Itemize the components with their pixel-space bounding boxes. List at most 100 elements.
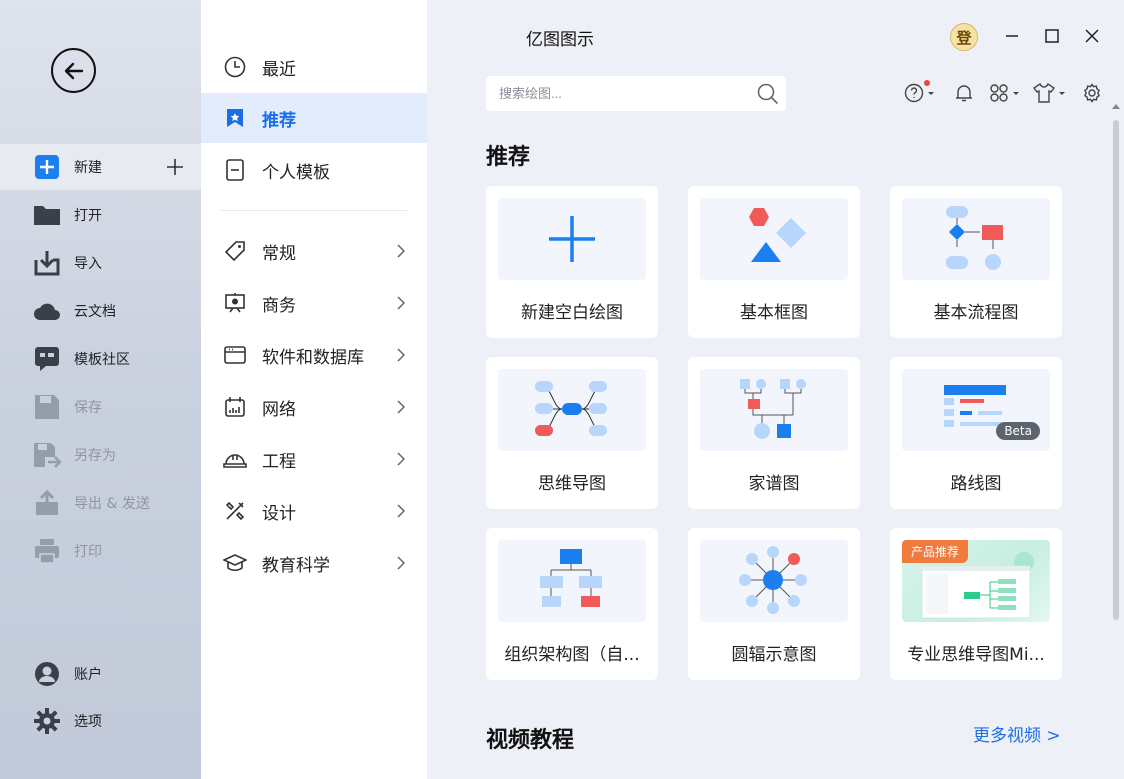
template-card[interactable]: 基本流程图 [890, 186, 1062, 338]
template-thumbnail [700, 198, 848, 280]
caret-down-icon [1059, 92, 1065, 95]
maximize-icon [1045, 29, 1059, 43]
chevron-right-icon [397, 399, 406, 419]
mnav-recommend[interactable]: 推荐 [201, 93, 427, 143]
template-thumbnail [902, 198, 1050, 280]
template-label: 专业思维导图Mi... [907, 645, 1045, 665]
mnav-category-education[interactable]: 教育科学 [201, 538, 427, 588]
template-label: 圆辐示意图 [731, 645, 817, 665]
scroll-up-arrow[interactable] [1112, 104, 1120, 109]
apps-grid-icon [990, 84, 1008, 102]
more-videos-link[interactable]: 更多视频 > [973, 721, 1061, 746]
plus-icon[interactable] [165, 157, 185, 181]
nav-export-label: 导出 & 发送 [74, 496, 150, 512]
nav-cloud-label: 云文档 [74, 304, 116, 320]
template-label: 组织架构图（自... [504, 645, 640, 665]
design-tools-icon [223, 499, 247, 523]
close-button[interactable] [1080, 24, 1104, 48]
maximize-button[interactable] [1040, 24, 1064, 48]
mnav-category-label: 教育科学 [262, 555, 330, 576]
search-input[interactable] [499, 86, 749, 101]
chevron-right-icon [397, 295, 406, 315]
org-chart-icon [540, 549, 602, 607]
close-icon [1085, 29, 1099, 43]
settings-button[interactable] [1082, 82, 1102, 104]
basic-block-diagram-icon [749, 208, 806, 262]
help-button[interactable] [904, 80, 936, 104]
graduation-cap-icon [223, 551, 247, 575]
template-thumbnail [700, 540, 848, 622]
bookmark-star-icon [223, 106, 247, 130]
nav-account[interactable]: 账户 [0, 651, 201, 697]
recommend-title: 推荐 [486, 145, 531, 170]
template-label: 思维导图 [538, 474, 606, 494]
skin-button[interactable] [1033, 82, 1067, 104]
arrow-left-icon [64, 62, 83, 79]
app-title: 亿图图示 [526, 30, 594, 50]
template-card[interactable]: 产品推荐 专业思维导图Mi... [890, 528, 1062, 680]
help-icon [904, 83, 924, 103]
mnav-personal-templates[interactable]: 个人模板 [201, 145, 427, 195]
template-card[interactable]: 家谱图 [688, 357, 860, 509]
mnav-personal-templates-label: 个人模板 [262, 162, 330, 183]
mnav-recommend-label: 推荐 [262, 110, 296, 131]
mnav-category-general[interactable]: 常规 [201, 226, 427, 276]
left-sidebar: 新建 打开 导入 云文档 模板社区 保存 另存为 导出 & 发送 打印 账户 选… [0, 0, 201, 779]
template-card[interactable]: 思维导图 [486, 357, 658, 509]
nav-import[interactable]: 导入 [0, 240, 201, 286]
avatar[interactable]: 登 [950, 23, 978, 51]
template-card[interactable]: 组织架构图（自... [486, 528, 658, 680]
nav-cloud[interactable]: 云文档 [0, 288, 201, 334]
scrollbar[interactable] [1113, 120, 1119, 620]
chevron-right-icon [397, 503, 406, 523]
nav-print[interactable]: 打印 [0, 528, 201, 574]
nav-open[interactable]: 打开 [0, 192, 201, 238]
back-button[interactable] [51, 48, 96, 93]
mnav-recent-label: 最近 [262, 59, 296, 80]
hardhat-icon [223, 447, 247, 471]
mnav-category-design[interactable]: 设计 [201, 486, 427, 536]
template-thumbnail [498, 198, 646, 280]
nav-options[interactable]: 选项 [0, 698, 201, 744]
nav-save-as-label: 另存为 [74, 448, 116, 464]
template-card[interactable]: 基本框图 [688, 186, 860, 338]
nav-template-community[interactable]: 模板社区 [0, 336, 201, 382]
mnav-category-network[interactable]: 网络 [201, 382, 427, 432]
minimize-icon [1006, 35, 1018, 37]
community-icon [33, 345, 61, 373]
print-icon [33, 537, 61, 565]
mnav-category-label: 设计 [262, 503, 296, 524]
mnav-category-label: 网络 [262, 399, 296, 420]
nav-new-label: 新建 [74, 160, 102, 176]
divider [221, 210, 407, 211]
plus-icon [549, 216, 595, 262]
template-label: 家谱图 [748, 474, 800, 494]
nav-save[interactable]: 保存 [0, 384, 201, 430]
mnav-category-label: 软件和数据库 [262, 347, 364, 368]
document-icon [223, 158, 247, 182]
minimize-button[interactable] [1000, 24, 1024, 48]
mnav-recent[interactable]: 最近 [201, 42, 427, 92]
search-icon[interactable] [756, 82, 780, 110]
nav-export[interactable]: 导出 & 发送 [0, 480, 201, 526]
notifications-button[interactable] [954, 82, 974, 104]
nav-save-as[interactable]: 另存为 [0, 432, 201, 478]
mnav-category-label: 工程 [262, 451, 296, 472]
template-card[interactable]: 新建空白绘图 [486, 186, 658, 338]
template-thumbnail [498, 540, 646, 622]
template-label: 路线图 [950, 474, 1002, 494]
chevron-right-icon [397, 451, 406, 471]
search-box [486, 76, 786, 111]
videos-title: 视频教程 [486, 728, 575, 753]
mnav-category-engineering[interactable]: 工程 [201, 434, 427, 484]
template-card[interactable]: Beta 路线图 [890, 357, 1062, 509]
calendar-network-icon [223, 395, 247, 419]
apps-button[interactable] [989, 82, 1021, 104]
mnav-category-business[interactable]: 商务 [201, 278, 427, 328]
gear-icon [33, 707, 61, 735]
category-panel: 最近 推荐 个人模板 常规 商务 软件和数据库 网络 工程 设计 教育科学 [201, 0, 427, 779]
template-card[interactable]: 圆辐示意图 [688, 528, 860, 680]
nav-new[interactable]: 新建 [0, 144, 201, 190]
mnav-category-software[interactable]: 软件和数据库 [201, 330, 427, 380]
chevron-right-icon [397, 243, 406, 263]
